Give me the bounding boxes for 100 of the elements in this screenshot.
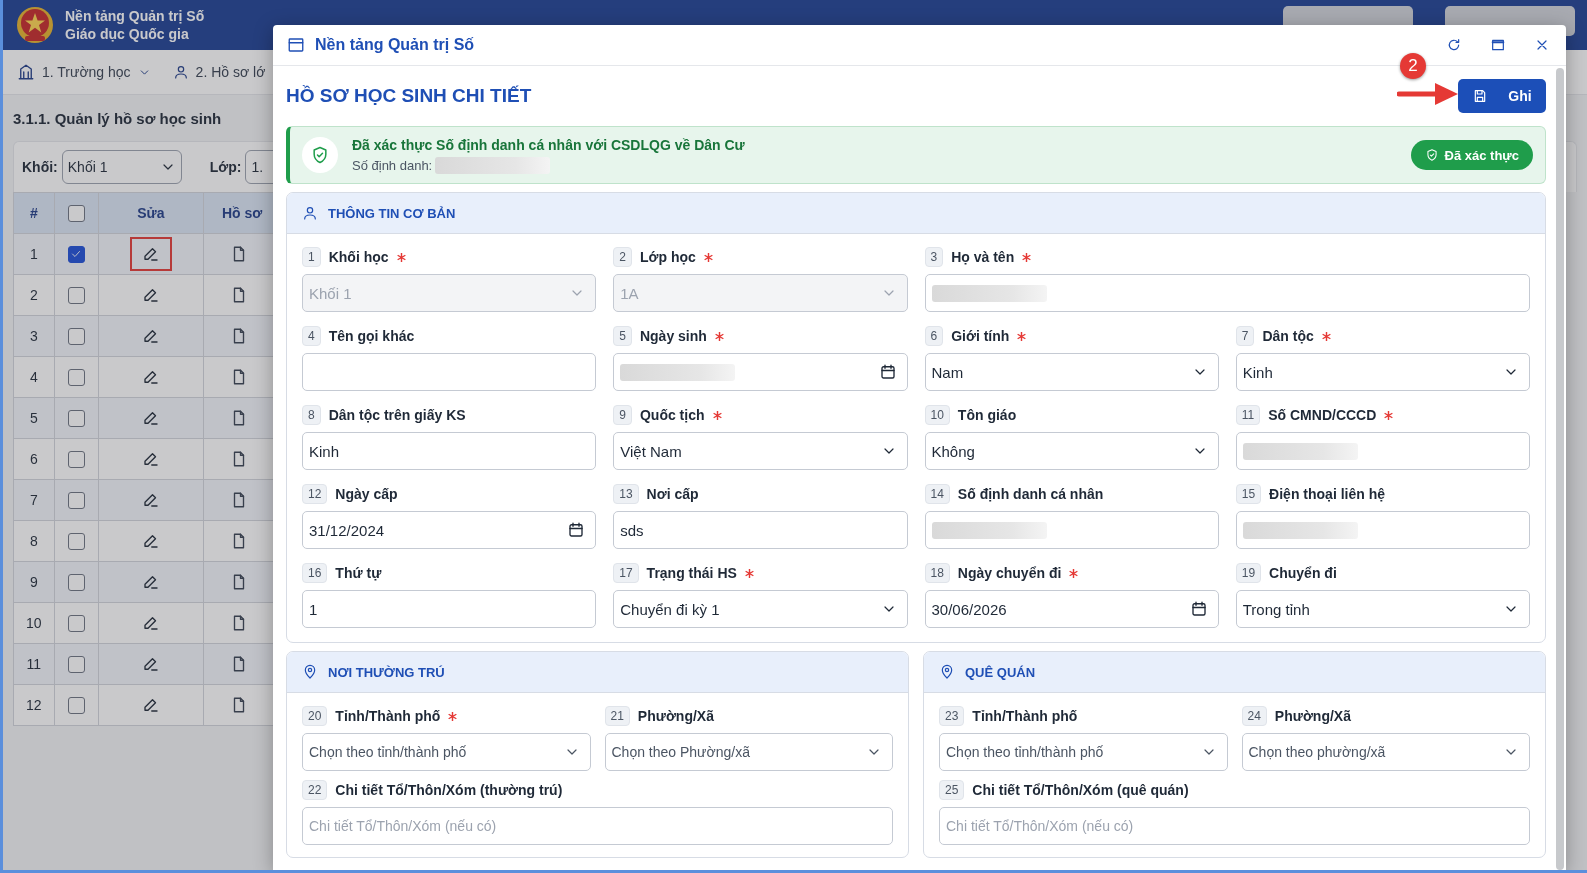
select-field[interactable]: Khối 1	[61, 150, 182, 184]
field-label: Họ và tên	[951, 249, 1015, 265]
text-field[interactable]	[1235, 432, 1530, 470]
table-cell: 2	[13, 274, 55, 316]
calendar-icon	[567, 521, 586, 539]
checkbox[interactable]	[67, 204, 85, 222]
field-label: Giới tính	[951, 328, 1010, 344]
field-label: Ngày chuyển đi	[957, 565, 1062, 581]
field-label: Chi tiết Tổ/Thôn/Xóm (thường trú)	[335, 782, 563, 798]
checkbox[interactable]	[67, 450, 85, 468]
pencil-icon	[141, 532, 160, 550]
checkbox[interactable]	[67, 655, 85, 673]
field-label: Số CMND/CCCD	[1268, 407, 1377, 423]
text-field[interactable]	[1235, 511, 1530, 549]
location-pin-icon	[302, 664, 318, 680]
checkbox[interactable]	[67, 573, 85, 591]
select-field[interactable]: Chọn theo Phường/xã	[604, 733, 893, 771]
field-number: 4	[302, 326, 321, 346]
field-label: Ngày sinh	[639, 328, 707, 344]
field-label: Phường/Xã	[1274, 708, 1351, 724]
text-field[interactable]	[924, 511, 1219, 549]
dialog-title: Nền tảng Quản trị Số	[315, 36, 476, 54]
checkbox[interactable]	[67, 409, 85, 427]
calendar-icon	[878, 363, 897, 381]
field-label: Tên gọi khác	[328, 328, 415, 344]
table-cell: 6	[13, 438, 55, 480]
field-number: 9	[613, 405, 632, 425]
date-field[interactable]	[613, 353, 908, 391]
select-field[interactable]: Chuyển đi kỳ 1	[613, 590, 908, 628]
verified-button[interactable]: Đã xác thực	[1410, 140, 1533, 170]
select-field[interactable]: Không	[924, 432, 1219, 470]
verification-title: Đã xác thực Số định danh cá nhân với CSDLQG về Dân Cư	[352, 136, 746, 153]
building-icon	[17, 63, 35, 81]
select-field[interactable]: Chọn theo tỉnh/thành phố	[302, 733, 591, 771]
table-cell: 3	[13, 315, 55, 357]
field-number: 5	[613, 326, 632, 346]
person-icon	[172, 64, 189, 80]
emblem-icon	[15, 5, 55, 45]
field-number: 6	[924, 326, 944, 346]
pencil-icon	[141, 573, 160, 591]
pencil-icon	[141, 409, 160, 427]
calendar-icon	[1189, 600, 1208, 618]
text-field[interactable]: sds	[613, 511, 908, 549]
table-cell: 1	[13, 233, 55, 275]
checkbox[interactable]	[67, 696, 85, 714]
field-number: 15	[1235, 484, 1262, 504]
pencil-icon	[141, 696, 160, 714]
field-number: 2	[613, 247, 632, 267]
field-number: 13	[613, 484, 639, 504]
field-number: 19	[1235, 563, 1262, 583]
date-field[interactable]: 31/12/2024	[302, 511, 597, 549]
select-field[interactable]: Trong tỉnh	[1235, 590, 1530, 628]
select-field[interactable]: Kinh	[1235, 353, 1530, 391]
maximize-icon	[1490, 37, 1506, 53]
checkbox[interactable]	[67, 368, 85, 386]
checkbox[interactable]	[67, 614, 85, 632]
table-cell: 12	[13, 684, 55, 726]
field-number: 3	[924, 247, 944, 267]
pencil-icon	[141, 655, 160, 673]
field-label: Chuyển đi	[1269, 565, 1337, 581]
field-number: 25	[939, 780, 965, 800]
field-label: Khối học	[328, 249, 389, 265]
column-header: #	[13, 192, 55, 234]
pencil-icon	[141, 491, 160, 509]
location-pin-icon	[939, 664, 955, 680]
text-field[interactable]: 1	[302, 590, 597, 628]
save-button[interactable]: Ghi	[1458, 79, 1546, 113]
select-field[interactable]: Chọn theo phường/xã	[1241, 733, 1530, 771]
text-field[interactable]: Kinh	[302, 432, 597, 470]
text-field[interactable]	[924, 274, 1530, 312]
field-label: Trạng thái HS	[646, 565, 737, 581]
field-label: Ngày cấp	[335, 486, 398, 502]
column-header: Sửa	[98, 192, 204, 234]
scrollbar[interactable]	[1556, 68, 1564, 870]
section-title: NƠI THƯỜNG TRÚ	[328, 664, 445, 680]
field-number: 16	[302, 563, 328, 583]
pencil-icon	[141, 245, 160, 263]
checkbox[interactable]	[67, 327, 85, 345]
app-title: Giáo dục Quốc gia	[65, 25, 190, 43]
text-field[interactable]	[302, 353, 597, 391]
field-number: 1	[302, 247, 321, 267]
step-number: 2	[1400, 53, 1426, 79]
field-number: 17	[613, 563, 639, 583]
nav-item[interactable]: 1. Trường học	[17, 63, 151, 81]
table-cell: 8	[13, 520, 55, 562]
select-field[interactable]: Việt Nam	[613, 432, 908, 470]
date-field[interactable]: 30/06/2026	[924, 590, 1219, 628]
checkbox[interactable]	[67, 491, 85, 509]
select-field[interactable]: Chọn theo tỉnh/thành phố	[939, 733, 1228, 771]
select-field[interactable]: Nam	[924, 353, 1219, 391]
checkbox[interactable]	[67, 286, 85, 304]
pencil-icon	[141, 327, 160, 345]
nav-item[interactable]: 2. Hồ sơ lớ	[172, 64, 266, 80]
field-label: Tôn giáo	[957, 407, 1017, 423]
field-number: 7	[1235, 326, 1255, 346]
checkbox[interactable]	[67, 532, 85, 550]
field-number: 20	[302, 706, 328, 726]
field-number: 21	[604, 706, 630, 726]
field-label: Thứ tự	[335, 565, 382, 581]
checkbox[interactable]	[67, 245, 85, 263]
